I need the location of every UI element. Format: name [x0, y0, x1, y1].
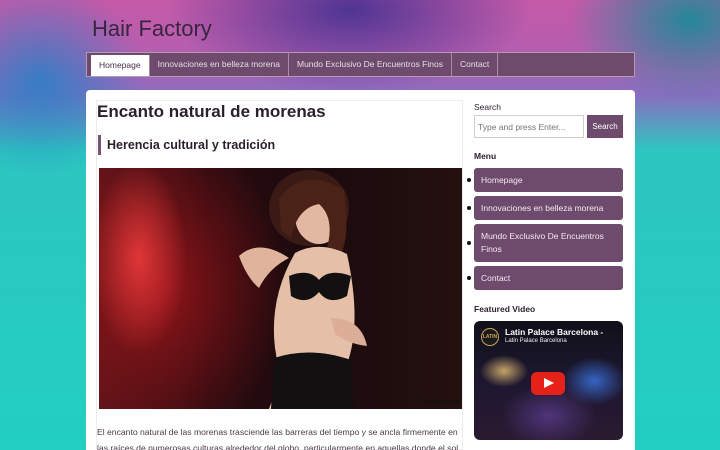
featured-video-player[interactable]: LATIN Latin Palace Barcelona - Latin Pal…	[474, 321, 623, 440]
image-watermark: Suero.net	[425, 398, 460, 407]
sidebar-menu-item-contact[interactable]: Contact	[467, 266, 623, 290]
nav-item-homepage[interactable]: Homepage	[91, 55, 150, 76]
search-input[interactable]	[474, 115, 584, 138]
bullet-icon	[467, 276, 471, 280]
search-button[interactable]: Search	[587, 115, 623, 138]
article-image: Suero.net	[99, 168, 462, 409]
video-title[interactable]: Latin Palace Barcelona -	[505, 327, 603, 337]
article: Encanto natural de morenas Herencia cult…	[96, 100, 463, 450]
article-body: El encanto natural de las morenas trasci…	[97, 427, 459, 450]
sidebar-menu-label: Mundo Exclusivo De Encuentros Finos	[481, 231, 604, 254]
sidebar-menu-label: Innovaciones en belleza morena	[481, 203, 604, 213]
main-nav: Homepage Innovaciones en belleza morena …	[86, 52, 635, 77]
channel-avatar[interactable]: LATIN	[481, 328, 499, 346]
menu-heading: Menu	[474, 151, 497, 161]
sidebar-menu-label: Contact	[481, 273, 511, 283]
article-subheading: Herencia cultural y tradición	[98, 135, 458, 155]
featured-video-heading: Featured Video	[474, 304, 536, 314]
bullet-icon	[467, 178, 471, 182]
nav-item-contact[interactable]: Contact	[452, 53, 499, 76]
video-channel: Latin Palace Barcelona	[505, 338, 567, 344]
sidebar-menu-item-mundo-exclusivo[interactable]: Mundo Exclusivo De Encuentros Finos	[467, 224, 623, 262]
sidebar-menu-item-innovaciones[interactable]: Innovaciones en belleza morena	[467, 196, 623, 220]
bullet-icon	[467, 206, 471, 210]
nav-item-mundo-exclusivo[interactable]: Mundo Exclusivo De Encuentros Finos	[289, 53, 452, 76]
site-title[interactable]: Hair Factory	[92, 16, 212, 42]
search-label: Search	[474, 102, 501, 112]
bullet-icon	[467, 241, 471, 245]
sidebar-menu-label: Homepage	[481, 175, 523, 185]
sidebar-menu-item-homepage[interactable]: Homepage	[467, 168, 623, 192]
article-title: Encanto natural de morenas	[97, 102, 326, 121]
nav-item-innovaciones[interactable]: Innovaciones en belleza morena	[150, 53, 289, 76]
model-figure	[239, 170, 367, 409]
play-icon[interactable]	[531, 372, 565, 395]
